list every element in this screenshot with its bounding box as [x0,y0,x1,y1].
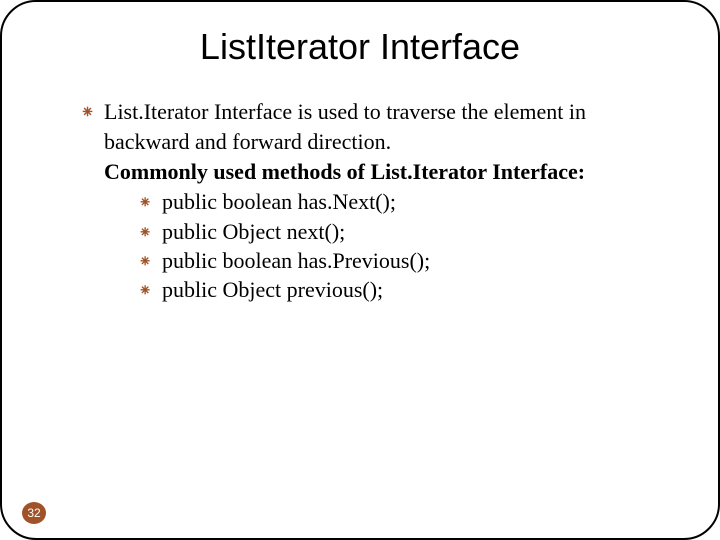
methods-list: ⁕ public boolean has.Next(); ⁕ public Ob… [80,188,650,304]
flower-bullet-icon: ⁕ [138,192,152,214]
slide-body: ⁕ List.Iterator Interface is used to tra… [30,98,690,304]
list-item: ⁕ public Object next(); [138,218,650,246]
flower-bullet-icon: ⁕ [138,222,152,244]
methods-heading: Commonly used methods of List.Iterator I… [80,158,650,186]
flower-bullet-icon: ⁕ [80,101,95,124]
method-text: public Object next(); [162,219,345,244]
slide-title: ListIterator Interface [30,26,690,68]
method-text: public boolean has.Previous(); [162,248,430,273]
list-item: ⁕ public boolean has.Previous(); [138,247,650,275]
list-item: ⁕ public boolean has.Next(); [138,188,650,216]
intro-text-line2: backward and forward direction. [80,128,650,156]
list-item: ⁕ public Object previous(); [138,276,650,304]
flower-bullet-icon: ⁕ [138,251,152,273]
slide-frame: ListIterator Interface ⁕ List.Iterator I… [0,0,720,540]
method-text: public boolean has.Next(); [162,189,396,214]
intro-text-line1: List.Iterator Interface is used to trave… [104,99,586,124]
flower-bullet-icon: ⁕ [138,280,152,302]
method-text: public Object previous(); [162,277,383,302]
page-number-badge: 32 [22,502,46,524]
intro-bullet: ⁕ List.Iterator Interface is used to tra… [80,98,650,126]
